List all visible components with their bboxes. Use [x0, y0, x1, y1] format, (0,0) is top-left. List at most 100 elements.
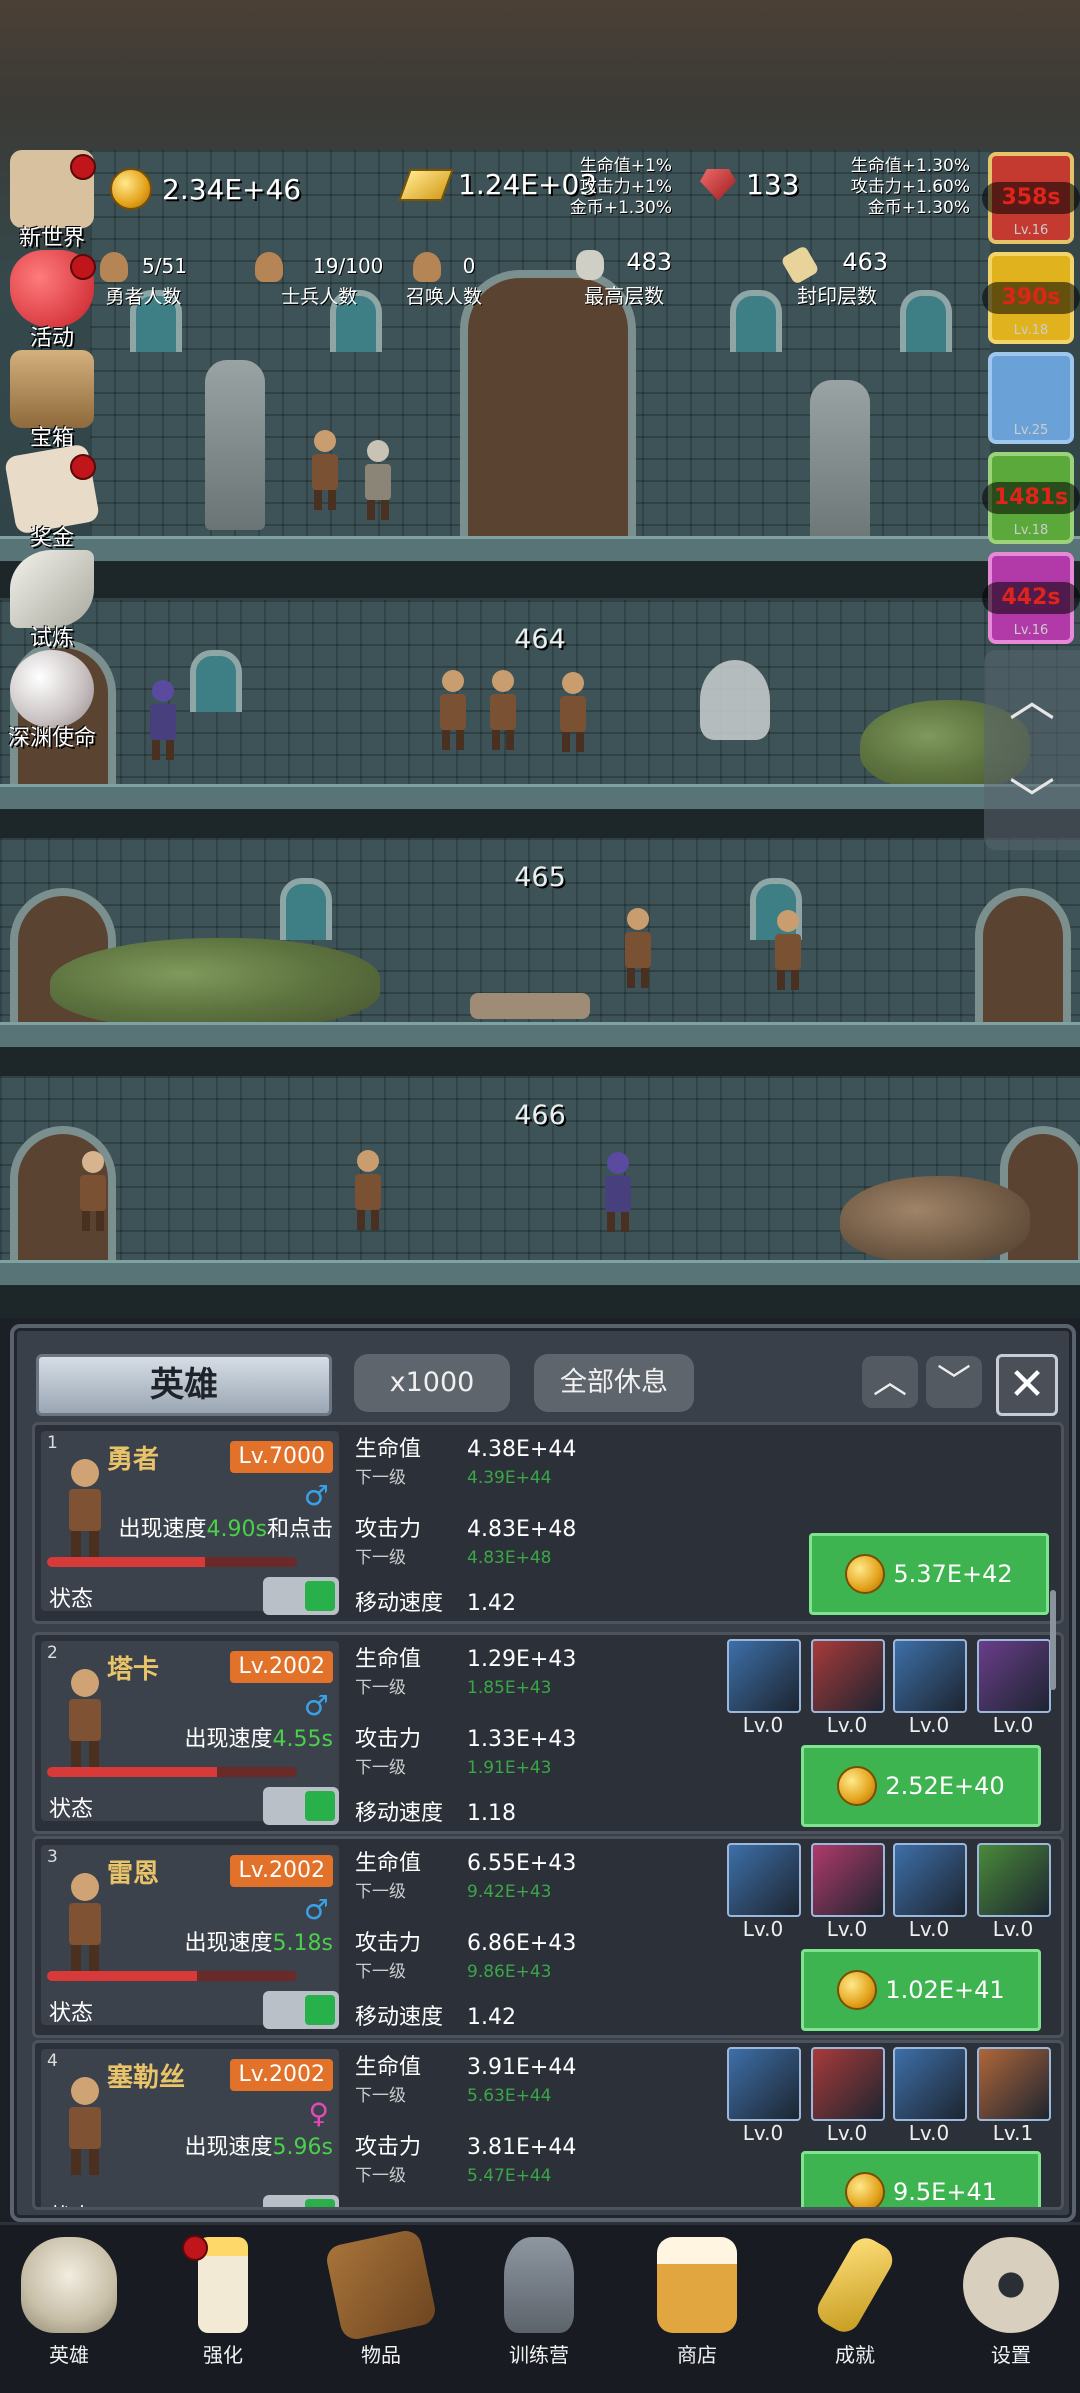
skill-slot[interactable]: Lv.0: [811, 1843, 885, 1941]
fang-icon: [811, 2047, 885, 2121]
state-toggle[interactable]: [263, 1991, 339, 2029]
toggle-knob: [305, 1581, 335, 1611]
state-toggle[interactable]: [263, 2195, 339, 2207]
hero-index: 1: [47, 1433, 58, 1453]
hero-card[interactable]: 2 塔卡 Lv.2002 ♂ 出现速度4.55s 状态 生命值 1.29E+43 下一级 1.85…: [32, 1632, 1064, 1834]
skill-level: Lv.0: [742, 1713, 784, 1737]
side-menu-events[interactable]: 活动: [4, 250, 100, 351]
serpent-icon: [977, 1843, 1051, 1917]
skill-slot[interactable]: Lv.1: [977, 2047, 1051, 2145]
hero-card[interactable]: 1 勇者 Lv.7000 ♂ 出现速度4.90s和点击 状态 生命值 4.38E+44 下一级 4…: [32, 1422, 1064, 1624]
scroll-icon: [780, 244, 820, 285]
close-icon[interactable]: ✕: [996, 1354, 1058, 1416]
floor-number: 464: [514, 624, 566, 655]
tab-heroes[interactable]: 英雄: [36, 1354, 332, 1416]
skill-slot[interactable]: Lv.0: [893, 1639, 967, 1737]
gold-coin-icon: [845, 2172, 885, 2207]
skill-level: Lv.0: [908, 2121, 950, 2145]
buff-slot[interactable]: 358s Lv.16: [982, 152, 1080, 244]
scroll-down-button[interactable]: ﹀: [984, 750, 1080, 850]
skill-level: Lv.0: [826, 2121, 868, 2145]
hero-sprite: [63, 1873, 107, 1973]
summon-face-icon: [412, 252, 441, 282]
fallen-hero: [470, 993, 590, 1019]
nav-upgrade[interactable]: 强化: [158, 2233, 288, 2383]
greave-icon: [893, 2047, 967, 2121]
nav-training[interactable]: 训练营: [474, 2233, 604, 2383]
atk-next-row: 下一级 9.86E+43: [355, 1962, 552, 1982]
skill-slot[interactable]: Lv.0: [893, 1843, 967, 1941]
cleave-icon: [811, 1639, 885, 1713]
multiplier-button[interactable]: x1000: [354, 1354, 510, 1412]
state-label: 状态: [49, 1587, 94, 1612]
upgrade-button[interactable]: 1.02E+41: [801, 1949, 1041, 2031]
skill-level: Lv.0: [992, 1713, 1034, 1737]
state-toggle[interactable]: [263, 1787, 339, 1825]
window: [900, 290, 952, 352]
skill-slot[interactable]: Lv.0: [727, 1639, 801, 1737]
hero-index: 3: [47, 1847, 58, 1867]
main-door: [460, 270, 636, 548]
scroll-up-button[interactable]: ︿: [984, 650, 1080, 750]
side-menu-trial[interactable]: 试炼: [4, 550, 100, 651]
hero-sprite: [63, 1459, 107, 1559]
sword-icon: [727, 1843, 801, 1917]
nav-items[interactable]: 物品: [316, 2228, 446, 2383]
side-menu-new-world[interactable]: 新世界: [4, 150, 100, 251]
hero-hp-bar: [47, 1767, 297, 1777]
nav-shop[interactable]: 商店: [632, 2233, 762, 2383]
hero-stats: 生命值 6.55E+43 下一级 9.42E+43 攻击力 6.86E+43 下一级 9.86…: [355, 1839, 715, 2035]
chevron-up-icon[interactable]: ︿: [862, 1356, 918, 1408]
gold-counter: 2.34E+46: [110, 168, 301, 210]
skill-slot[interactable]: Lv.0: [811, 1639, 885, 1737]
hero-sprite: [775, 910, 801, 990]
feather-icon: [10, 550, 94, 628]
hp-row: 生命值 4.38E+44: [355, 1437, 577, 1462]
buff-slot[interactable]: Lv.25: [988, 352, 1074, 444]
skill-slot[interactable]: Lv.0: [977, 1639, 1051, 1737]
side-menu-chest[interactable]: 宝箱: [4, 350, 100, 451]
skill-slot[interactable]: Lv.0: [893, 2047, 967, 2145]
buff-slot[interactable]: 1481s Lv.18: [982, 452, 1080, 544]
side-menu-abyss[interactable]: 深渊使命: [4, 650, 100, 751]
brute-monster: [840, 1176, 1030, 1262]
gold-coin-icon: [837, 1766, 878, 1806]
skill-slot[interactable]: Lv.0: [727, 2047, 801, 2145]
nav-heroes[interactable]: 英雄: [4, 2233, 134, 2383]
nav-achievements[interactable]: 成就: [790, 2232, 920, 2383]
state-label: 状态: [49, 2199, 93, 2207]
upgrade-button[interactable]: 5.37E+42: [809, 1533, 1049, 1615]
upgrade-button[interactable]: 9.5E+41: [801, 2151, 1041, 2207]
upgrade-button[interactable]: 2.52E+40: [801, 1745, 1041, 1827]
rest-all-button[interactable]: 全部休息: [534, 1354, 694, 1412]
side-menu-bonus[interactable]: 奖金: [3, 443, 101, 551]
floor-row: 464: [0, 600, 1080, 846]
shield-icon: [727, 2047, 801, 2121]
hero-sprite: [365, 440, 391, 520]
hero-face-icon: [100, 252, 128, 282]
chevron-down-icon[interactable]: ﹀: [926, 1356, 982, 1408]
buff-slot[interactable]: 442s Lv.16: [982, 552, 1080, 644]
hero-sprite: [63, 1669, 107, 1769]
floor-number: 466: [514, 1100, 566, 1131]
buff-slot[interactable]: 390s Lv.18: [982, 252, 1080, 344]
scrollbar[interactable]: [1050, 1590, 1056, 1690]
nav-settings[interactable]: 设置: [946, 2233, 1076, 2383]
hero-sprite: [490, 670, 516, 750]
move-speed-row: 移动速度 1.42: [355, 2005, 516, 2030]
count-heroes: 5/51 勇者人数: [100, 252, 187, 309]
hero-card[interactable]: 3 雷恩 Lv.2002 ♂ 出现速度5.18s 状态 生命值 6.55E+43 下一级 9.42…: [32, 1836, 1064, 2038]
notification-dot: [70, 154, 96, 180]
treasure-chest-icon: [10, 350, 94, 428]
hp-row: 生命值 1.29E+43: [355, 1647, 577, 1672]
hero-portrait: 3 雷恩 Lv.2002 ♂ 出现速度5.18s 状态: [41, 1845, 339, 2029]
bottom-nav: 英雄 强化 物品 训练营 商店 成就 设置: [0, 2222, 1080, 2393]
skill-slot[interactable]: Lv.0: [977, 1843, 1051, 1941]
hero-card[interactable]: 4 塞勒丝 Lv.2002 ♀ 出现速度5.96s 状态 生命值3.91E+44 下一级5.6…: [32, 2040, 1064, 2210]
spawn-speed: 出现速度4.90s和点击: [118, 1517, 333, 1542]
hero-index: 4: [47, 2051, 58, 2071]
state-toggle[interactable]: [263, 1577, 339, 1615]
skill-slot[interactable]: Lv.0: [811, 2047, 885, 2145]
hero-sprite: [63, 2077, 107, 2177]
skill-slot[interactable]: Lv.0: [727, 1843, 801, 1941]
